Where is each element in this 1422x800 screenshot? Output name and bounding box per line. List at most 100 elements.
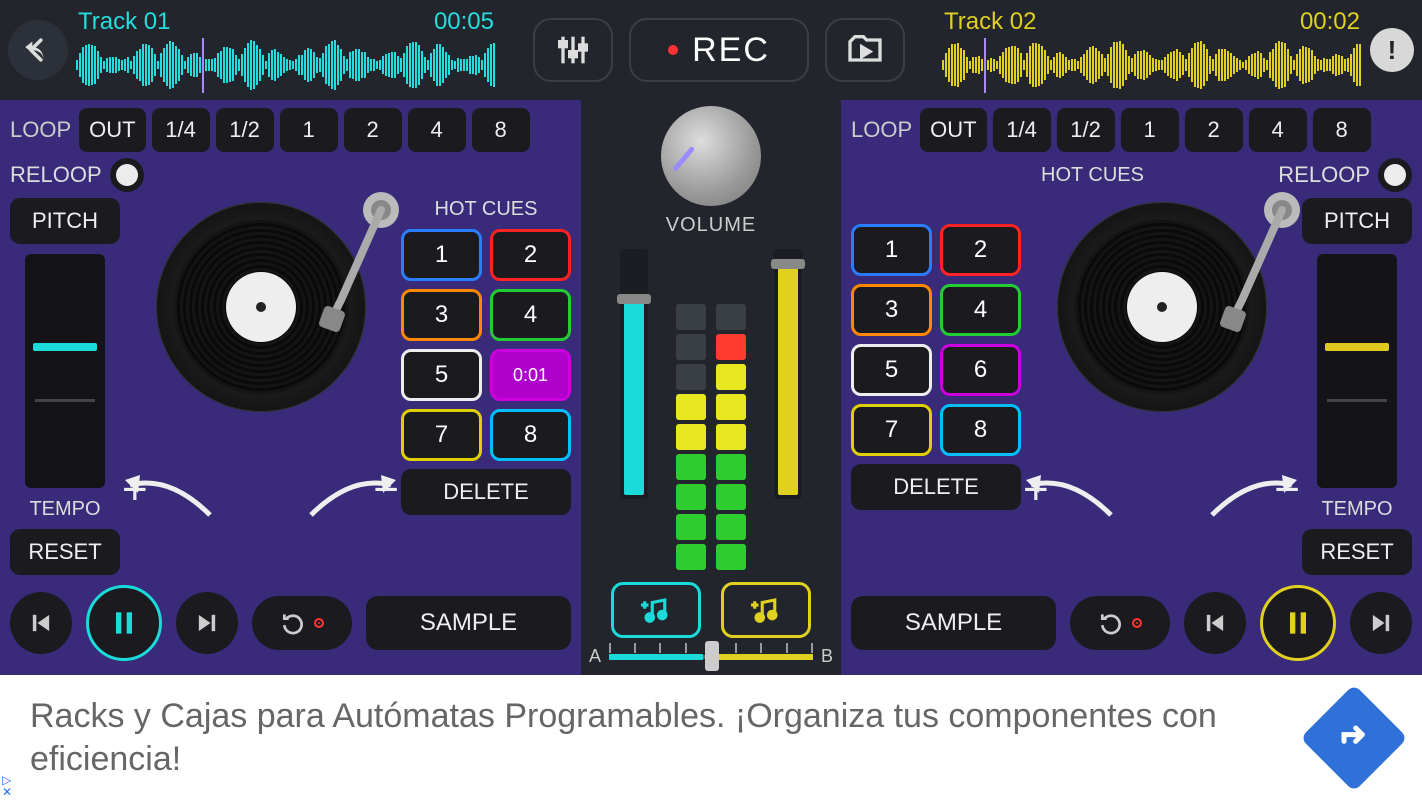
deck-a-hotcue-8[interactable]: 8 xyxy=(490,409,571,461)
alert-button[interactable]: ! xyxy=(1370,28,1414,72)
deck-a-prev-button[interactable] xyxy=(10,592,72,654)
topbar: Track 01 00:05 REC xyxy=(0,0,1422,100)
deck-a-loop-4[interactable]: 4 xyxy=(408,108,466,152)
deck-b-hotcue-7[interactable]: 7 xyxy=(851,404,932,456)
deck-b-track-time: 00:02 xyxy=(1300,8,1360,36)
deck-a-loop-1-4[interactable]: 1/4 xyxy=(152,108,210,152)
hotcues-label: HOT CUES xyxy=(1041,164,1144,187)
deck-a-track-time: 00:05 xyxy=(434,8,494,36)
deck-a-hotcue-1[interactable]: 1 xyxy=(401,229,482,281)
deck-a-reloop-label: RELOOP xyxy=(10,162,102,188)
deck-b-hotcue-8[interactable]: 8 xyxy=(940,404,1021,456)
plus-icon[interactable]: + xyxy=(1023,465,1049,515)
deck-b-hotcue-3[interactable]: 3 xyxy=(851,284,932,336)
deck-a-loop-1[interactable]: 1 xyxy=(280,108,338,152)
deck-b-hotcue-6[interactable]: 6 xyxy=(940,344,1021,396)
deck-b-reloop-row: HOT CUES RELOOP xyxy=(851,158,1412,192)
deck-b-next-button[interactable] xyxy=(1350,592,1412,654)
deck-a-next-button[interactable] xyxy=(176,592,238,654)
deck-b-loop-8[interactable]: 8 xyxy=(1313,108,1371,152)
deck-b-reset-button[interactable]: RESET xyxy=(1302,529,1412,575)
deck-a-loop-8[interactable]: 8 xyxy=(472,108,530,152)
deck-a-turntable[interactable] xyxy=(156,202,366,412)
deck-a-loop-OUT[interactable]: OUT xyxy=(79,108,145,152)
hotcues-label: HOT CUES xyxy=(435,198,538,221)
deck-a-play-pause-button[interactable] xyxy=(86,585,162,661)
deck-b-waveform[interactable] xyxy=(942,38,1362,93)
deck-b-reloop-toggle[interactable] xyxy=(1378,158,1412,192)
deck-b-hotcue-2[interactable]: 2 xyxy=(940,224,1021,276)
deck-a-loop-1-2[interactable]: 1/2 xyxy=(216,108,274,152)
record-button[interactable]: REC xyxy=(629,18,809,82)
deck-b-play-pause-button[interactable] xyxy=(1260,585,1336,661)
deck-a-loop-label: LOOP xyxy=(10,117,71,143)
deck-b-prev-button[interactable] xyxy=(1184,592,1246,654)
deck-b-sample-button[interactable]: SAMPLE xyxy=(851,596,1056,650)
deck-a-hotcue-4[interactable]: 4 xyxy=(490,289,571,341)
deck-b-loop-rec-button[interactable] xyxy=(1070,596,1170,650)
library-button[interactable] xyxy=(825,18,905,82)
deck-a-sample-button[interactable]: SAMPLE xyxy=(366,596,571,650)
crossfader[interactable]: A B xyxy=(589,646,833,667)
deck-a: LOOP OUT1/41/21248 RELOOP PITCH TEMPO RE… xyxy=(0,100,581,675)
deck-a-header: Track 01 00:05 xyxy=(76,8,496,93)
deck-b-loop-1-2[interactable]: 1/2 xyxy=(1057,108,1115,152)
deck-a-hotcue-6[interactable]: 0:01 xyxy=(490,349,571,401)
deck-a-reset-button[interactable]: RESET xyxy=(10,529,120,575)
deck-a-hotcue-2[interactable]: 2 xyxy=(490,229,571,281)
deck-b-loop-label: LOOP xyxy=(851,117,912,143)
deck-a-pitch-button[interactable]: PITCH xyxy=(10,198,120,244)
deck-a-hotcue-7[interactable]: 7 xyxy=(401,409,482,461)
deck-b-loop-2[interactable]: 2 xyxy=(1185,108,1243,152)
eq-button[interactable] xyxy=(533,18,613,82)
ad-text: Racks y Cajas para Autómatas Programable… xyxy=(30,695,1296,780)
channel-a-fader[interactable] xyxy=(620,249,648,499)
back-button[interactable] xyxy=(8,20,68,80)
deck-b-track-name: Track 02 xyxy=(944,8,1036,36)
add-track-b-button[interactable] xyxy=(721,582,811,638)
deck-b-hotcue-4[interactable]: 4 xyxy=(940,284,1021,336)
vu-meter-a xyxy=(674,249,708,570)
decks-row: LOOP OUT1/41/21248 RELOOP PITCH TEMPO RE… xyxy=(0,100,1422,675)
deck-a-loop-row: LOOP OUT1/41/21248 xyxy=(10,108,571,152)
deck-a-tempo-label: TEMPO xyxy=(29,498,100,521)
deck-a-delete-button[interactable]: DELETE xyxy=(401,469,571,515)
deck-b-tempo-label: TEMPO xyxy=(1321,498,1392,521)
deck-a-pitch-slider[interactable] xyxy=(25,254,105,488)
deck-b-loop-row: LOOP OUT1/41/21248 xyxy=(851,108,1412,152)
deck-b-turntable[interactable] xyxy=(1057,202,1267,412)
deck-a-loop-rec-button[interactable] xyxy=(252,596,352,650)
deck-a-loop-2[interactable]: 2 xyxy=(344,108,402,152)
volume-knob[interactable] xyxy=(661,106,761,206)
minus-icon[interactable]: − xyxy=(373,465,399,515)
deck-b-header: Track 02 00:02 xyxy=(942,8,1362,93)
deck-a-waveform[interactable] xyxy=(76,38,496,93)
volume-label: VOLUME xyxy=(666,214,756,237)
deck-b-loop-OUT[interactable]: OUT xyxy=(920,108,986,152)
plus-icon[interactable]: + xyxy=(122,465,148,515)
deck-b-loop-4[interactable]: 4 xyxy=(1249,108,1307,152)
deck-a-pitch-col: PITCH TEMPO RESET xyxy=(10,198,120,575)
deck-b-hotcues: 12345678 DELETE xyxy=(851,198,1021,575)
deck-a-track-name: Track 01 xyxy=(78,8,170,36)
deck-b-pitch-button[interactable]: PITCH xyxy=(1302,198,1412,244)
channel-b-fader[interactable] xyxy=(774,249,802,499)
deck-a-hotcue-3[interactable]: 3 xyxy=(401,289,482,341)
add-track-a-button[interactable] xyxy=(611,582,701,638)
deck-a-transport: SAMPLE xyxy=(10,585,571,661)
deck-a-reloop-row: RELOOP xyxy=(10,158,571,192)
crossfader-b-label: B xyxy=(821,646,833,667)
deck-b-loop-1-4[interactable]: 1/4 xyxy=(993,108,1051,152)
deck-b-hotcue-5[interactable]: 5 xyxy=(851,344,932,396)
minus-icon[interactable]: − xyxy=(1274,465,1300,515)
deck-b-loop-1[interactable]: 1 xyxy=(1121,108,1179,152)
deck-a-reloop-toggle[interactable] xyxy=(110,158,144,192)
deck-b-pitch-slider[interactable] xyxy=(1317,254,1397,488)
record-label: REC xyxy=(692,31,770,70)
deck-b-hotcue-1[interactable]: 1 xyxy=(851,224,932,276)
deck-a-hotcue-5[interactable]: 5 xyxy=(401,349,482,401)
ad-badge[interactable]: ▷✕ xyxy=(2,774,12,798)
ad-banner[interactable]: ▷✕ Racks y Cajas para Autómatas Programa… xyxy=(0,675,1422,800)
mixer: VOLUME xyxy=(581,100,841,675)
deck-b-delete-button[interactable]: DELETE xyxy=(851,464,1021,510)
